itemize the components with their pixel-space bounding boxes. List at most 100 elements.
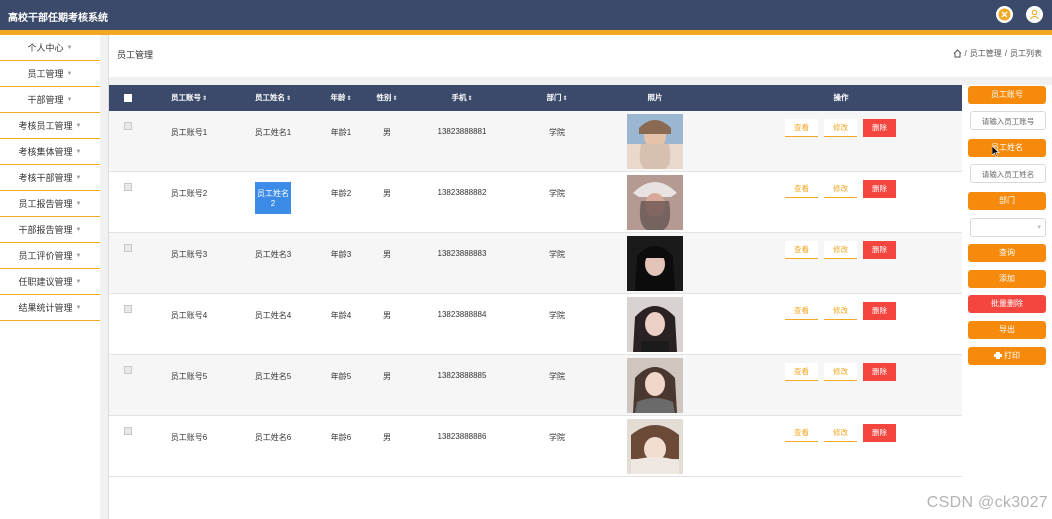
close-button[interactable]: [996, 6, 1013, 23]
delete-button[interactable]: 删除: [863, 180, 896, 198]
select-all-checkbox[interactable]: [124, 94, 132, 102]
row-checkbox[interactable]: [124, 183, 132, 191]
sidebar-item-cadre[interactable]: 干部管理 ▼: [0, 87, 100, 113]
batch-delete-button[interactable]: 批量删除: [968, 295, 1046, 313]
account-search-input[interactable]: 请输入员工账号: [970, 111, 1046, 130]
row-checkbox[interactable]: [124, 122, 132, 130]
cell-name: 员工姓名5: [254, 372, 292, 381]
close-circle-icon: [998, 8, 1011, 21]
cell-phone: 13823888885: [437, 371, 487, 380]
row-checkbox[interactable]: [124, 305, 132, 313]
printer-icon: [994, 352, 1002, 359]
column-header-phone[interactable]: 手机⇕: [427, 85, 497, 111]
sort-icon[interactable]: ⇕: [467, 96, 472, 102]
sort-icon[interactable]: ⇕: [346, 96, 351, 102]
chevron-down-icon: ▼: [66, 44, 73, 51]
cell-dept: 学院: [549, 433, 565, 442]
table-row: 员工账号6 员工姓名6 年龄6 男 13823888886 学院 查看 修改 删…: [109, 416, 962, 477]
name-search-input[interactable]: 请输入员工姓名: [970, 164, 1046, 183]
chevron-down-icon: ▼: [75, 226, 82, 233]
delete-button[interactable]: 删除: [863, 241, 896, 259]
cell-dept: 学院: [549, 189, 565, 198]
sidebar-item-label: 员工评价管理: [18, 251, 73, 261]
sidebar-item-assess-employee[interactable]: 考核员工管理 ▼: [0, 113, 100, 139]
sidebar-item-cadre-report[interactable]: 干部报告管理 ▼: [0, 217, 100, 243]
column-header-name[interactable]: 员工姓名⇕: [243, 85, 303, 111]
table-row: 员工账号2 员工姓名2 年龄2 男 13823888882 学院 查看 修改 删…: [109, 172, 962, 233]
dept-select[interactable]: ▾: [970, 218, 1046, 237]
employee-photo[interactable]: [627, 236, 683, 291]
edit-button[interactable]: 修改: [824, 363, 857, 381]
employee-table: 员工账号⇕ 员工姓名⇕ 年龄⇕ 性别⇕ 手机⇕ 部门⇕ 照片 操作 员工账号1 …: [109, 85, 962, 519]
sidebar-item-label: 员工管理: [27, 69, 64, 79]
cell-name: 员工姓名6: [254, 433, 292, 442]
column-header-gender[interactable]: 性别⇕: [365, 85, 409, 111]
print-button[interactable]: 打印: [968, 347, 1046, 365]
add-button[interactable]: 添加: [968, 270, 1046, 288]
sidebar-item-employee-report[interactable]: 员工报告管理 ▼: [0, 191, 100, 217]
chevron-down-icon: ▾: [1037, 224, 1041, 231]
breadcrumb-level2: 员工列表: [1010, 49, 1042, 58]
sidebar-item-personal-center[interactable]: 个人中心 ▼: [0, 35, 100, 61]
chevron-down-icon: ▼: [75, 148, 82, 155]
sidebar-item-employee-evaluation[interactable]: 员工评价管理 ▼: [0, 243, 100, 269]
delete-button[interactable]: 删除: [863, 119, 896, 137]
edit-button[interactable]: 修改: [824, 180, 857, 198]
sort-icon[interactable]: ⇕: [562, 96, 567, 102]
cell-dept: 学院: [549, 128, 565, 137]
sidebar-item-assess-group[interactable]: 考核集体管理 ▼: [0, 139, 100, 165]
chevron-down-icon: ▼: [75, 200, 82, 207]
edit-button[interactable]: 修改: [824, 424, 857, 442]
employee-photo[interactable]: [627, 114, 683, 169]
export-button[interactable]: 导出: [968, 321, 1046, 339]
edit-button[interactable]: 修改: [824, 241, 857, 259]
table-row: 员工账号5 员工姓名5 年龄5 男 13823888885 学院 查看 修改 删…: [109, 355, 962, 416]
cell-phone: 13823888884: [437, 310, 487, 319]
sort-icon[interactable]: ⇕: [202, 96, 207, 102]
watermark: CSDN @ck3027: [926, 494, 1048, 511]
cell-account: 员工账号1: [170, 128, 208, 137]
cell-age: 年龄1: [330, 128, 352, 137]
row-checkbox[interactable]: [124, 244, 132, 252]
view-button[interactable]: 查看: [785, 302, 818, 320]
edit-button[interactable]: 修改: [824, 119, 857, 137]
row-checkbox[interactable]: [124, 427, 132, 435]
view-button[interactable]: 查看: [785, 363, 818, 381]
cell-name: 员工姓名3: [254, 250, 292, 259]
employee-photo[interactable]: [627, 419, 683, 474]
view-button[interactable]: 查看: [785, 241, 818, 259]
employee-photo[interactable]: [627, 358, 683, 413]
sidebar-item-assess-cadre[interactable]: 考核干部管理 ▼: [0, 165, 100, 191]
sort-icon[interactable]: ⇕: [286, 96, 291, 102]
home-icon[interactable]: [953, 49, 962, 58]
view-button[interactable]: 查看: [785, 180, 818, 198]
view-button[interactable]: 查看: [785, 119, 818, 137]
edit-button[interactable]: 修改: [824, 302, 857, 320]
sidebar-item-result-stats[interactable]: 结果统计管理 ▼: [0, 295, 100, 321]
cell-phone: 13823888882: [437, 188, 487, 197]
user-icon: [1030, 9, 1039, 20]
breadcrumb-level1[interactable]: 员工管理: [970, 48, 1002, 59]
column-header-account[interactable]: 员工账号⇕: [159, 85, 219, 111]
employee-photo[interactable]: [627, 175, 683, 230]
breadcrumb-separator: /: [964, 49, 967, 58]
delete-button[interactable]: 删除: [863, 424, 896, 442]
sidebar-item-employee[interactable]: 员工管理 ▼: [0, 61, 100, 87]
user-button[interactable]: [1026, 6, 1043, 23]
column-header-dept[interactable]: 部门⇕: [534, 85, 580, 111]
row-checkbox[interactable]: [124, 366, 132, 374]
cell-account: 员工账号5: [170, 372, 208, 381]
query-button[interactable]: 查询: [968, 244, 1046, 262]
sidebar-item-appointment-advice[interactable]: 任职建议管理 ▼: [0, 269, 100, 295]
employee-photo[interactable]: [627, 297, 683, 352]
view-button[interactable]: 查看: [785, 424, 818, 442]
delete-button[interactable]: 删除: [863, 302, 896, 320]
cell-account: 员工账号6: [170, 433, 208, 442]
cell-gender: 男: [383, 189, 391, 198]
delete-button[interactable]: 删除: [863, 363, 896, 381]
column-header-age[interactable]: 年龄⇕: [319, 85, 363, 111]
table-row: 员工账号3 员工姓名3 年龄3 男 13823888883 学院 查看 修改 删…: [109, 233, 962, 294]
cell-account: 员工账号3: [170, 250, 208, 259]
cell-name-selected: 员工姓名2: [255, 182, 291, 214]
sort-icon[interactable]: ⇕: [392, 96, 397, 102]
